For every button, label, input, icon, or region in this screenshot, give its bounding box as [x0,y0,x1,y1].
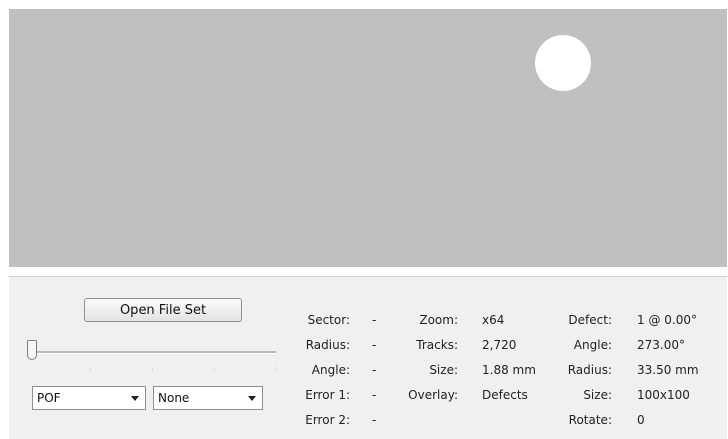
angle-value: - [372,363,377,377]
zoom-value: x64 [482,313,505,327]
slider-track[interactable] [28,351,276,354]
radius-value: - [372,338,377,352]
slider-tick [214,367,215,371]
slider-tick [90,367,91,371]
defect-radius-value: 33.50 mm [637,363,699,377]
sector-value: - [372,313,377,327]
angle-label: Angle: [311,363,350,377]
error1-label: Error 1: [305,388,350,402]
slider-tick [152,367,153,371]
defect-size-value: 100x100 [637,388,690,402]
error2-value: - [372,413,377,427]
divider [9,267,727,276]
defect-radius-label: Radius: [567,363,612,377]
size-label: Size: [429,363,458,377]
defect-value: 1 @ 0.00° [637,313,697,327]
defect-label: Defect: [568,313,612,327]
defect-marker[interactable] [535,35,591,91]
zoom-label: Zoom: [419,313,458,327]
tracks-value: 2,720 [482,338,517,352]
radius-label: Radius: [305,338,350,352]
defect-angle-label: Angle: [573,338,612,352]
slider-thumb[interactable] [27,340,37,360]
open-file-set-button[interactable]: Open File Set [84,298,242,322]
defect-size-label: Size: [583,388,612,402]
sector-label: Sector: [307,313,350,327]
overlay-select-value: None [158,391,190,405]
rotate-label: Rotate: [568,413,612,427]
overlay-select[interactable]: None [153,386,263,410]
chevron-down-icon [131,396,139,401]
rotate-value: 0 [637,413,645,427]
tracks-label: Tracks: [416,338,458,352]
disk-viewport[interactable] [9,9,727,267]
error1-value: - [372,388,377,402]
chevron-down-icon [248,396,256,401]
format-select[interactable]: POF [32,386,146,410]
format-select-value: POF [37,391,61,405]
size-value: 1.88 mm [482,363,536,377]
slider-tick [276,367,277,371]
defect-angle-value: 273.00° [637,338,685,352]
error2-label: Error 2: [305,413,350,427]
overlay-value: Defects [482,388,528,402]
overlay-label: Overlay: [408,388,458,402]
